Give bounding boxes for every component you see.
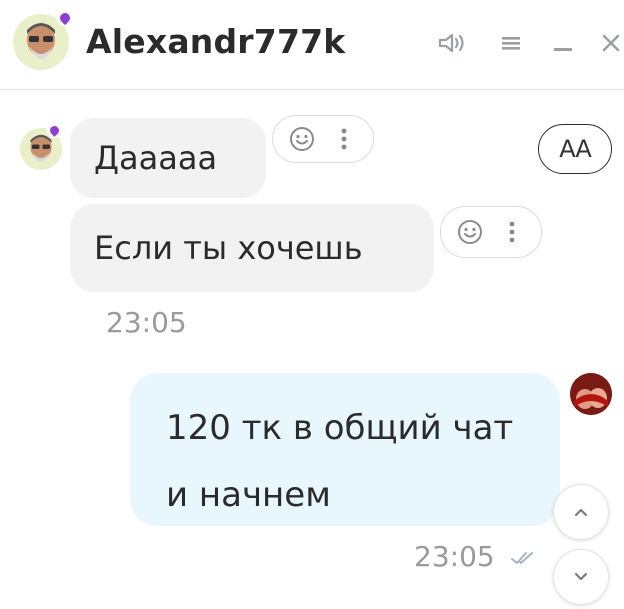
message-timestamp: 23:05 [414, 540, 495, 573]
status-badge [47, 123, 62, 138]
message-text-line: 120 тк в общий чат [166, 408, 514, 448]
reaction-smile-icon[interactable] [454, 216, 486, 248]
message-actions [440, 206, 542, 258]
more-vertical-icon[interactable] [328, 123, 360, 155]
message-text-line: и начнем [166, 475, 331, 515]
chat-header: Alexandr777k [0, 0, 624, 90]
incoming-message[interactable]: Даааaa [70, 118, 266, 198]
message-timestamp: 23:05 [106, 306, 187, 339]
contact-name[interactable]: Alexandr777k [86, 22, 345, 61]
message-text: Даааaa [94, 139, 218, 177]
reaction-smile-icon[interactable] [286, 123, 318, 155]
double-check-icon [510, 548, 536, 568]
chevron-up-icon [574, 508, 588, 517]
close-icon[interactable] [594, 26, 624, 60]
font-size-button[interactable]: AA [538, 124, 612, 174]
scroll-up-button[interactable] [553, 484, 609, 540]
minimize-icon[interactable] [546, 26, 580, 60]
scroll-down-button[interactable] [553, 549, 609, 605]
my-avatar[interactable] [570, 373, 612, 415]
chevron-down-icon [574, 572, 588, 581]
incoming-message[interactable]: Если ты хочешь [70, 204, 434, 292]
status-badge [56, 9, 73, 26]
speaker-icon[interactable] [436, 26, 470, 60]
more-vertical-icon[interactable] [496, 216, 528, 248]
outgoing-message[interactable]: 120 тк в общий чат и начнем [130, 373, 560, 526]
menu-icon[interactable] [494, 26, 528, 60]
message-actions [272, 115, 374, 163]
message-text: Если ты хочешь [94, 229, 363, 267]
